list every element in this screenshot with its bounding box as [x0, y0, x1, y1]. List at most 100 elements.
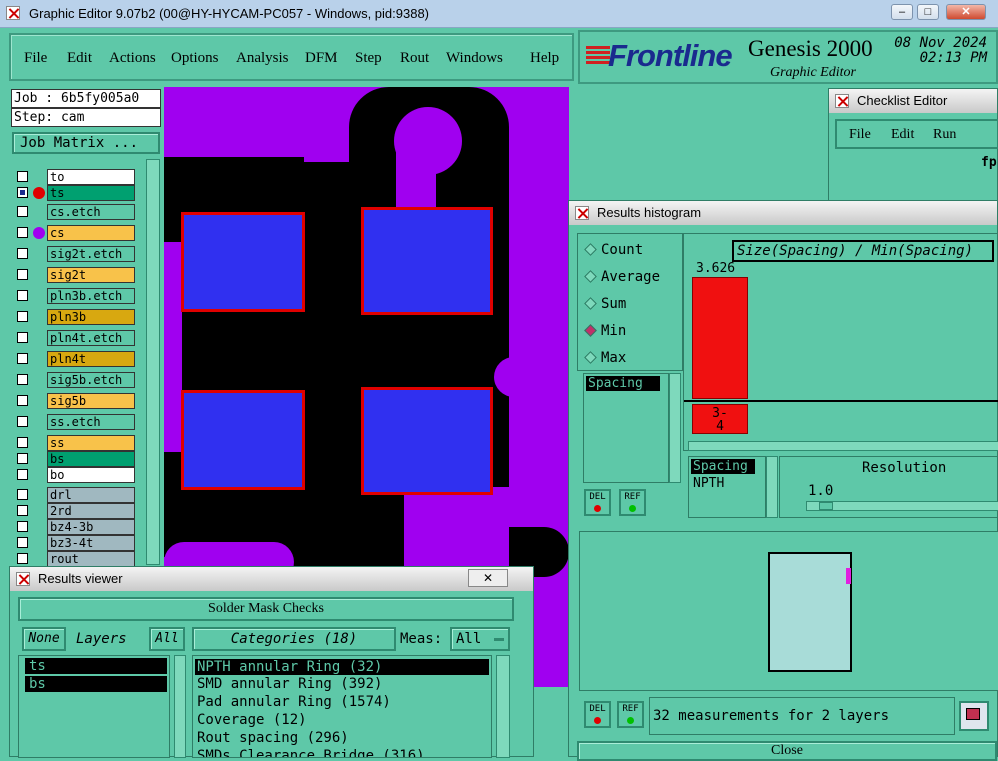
ref-button[interactable]: REF — [619, 489, 646, 516]
layer-name[interactable]: 2rd — [47, 503, 135, 519]
menu-actions[interactable]: Actions — [109, 50, 156, 67]
layer-row-sig2t[interactable]: sig2t — [13, 267, 136, 283]
menu-help[interactable]: Help — [530, 50, 559, 67]
layer-checkbox[interactable] — [17, 311, 28, 322]
layer-name[interactable]: pln3b.etch — [47, 288, 135, 304]
menu-options[interactable]: Options — [171, 50, 219, 67]
ref-button-2[interactable]: REF — [617, 701, 644, 728]
layer-row-sig2t.etch[interactable]: sig2t.etch — [13, 246, 136, 262]
layer-checkbox[interactable] — [17, 248, 28, 259]
layer-name[interactable]: bo — [47, 467, 135, 483]
del-button-2[interactable]: DEL — [584, 701, 611, 728]
layer-name[interactable]: ss — [47, 435, 135, 451]
layer-checkbox[interactable] — [17, 469, 28, 480]
layer-row-bs[interactable]: bs — [13, 451, 136, 467]
layer-row-bz3-4t[interactable]: bz3-4t — [13, 535, 136, 551]
resolution-slider[interactable] — [806, 501, 998, 511]
categories-button[interactable]: Categories (18) — [192, 627, 396, 651]
viewer-close-icon[interactable]: ✕ — [468, 569, 508, 587]
histogram-bar[interactable] — [692, 277, 748, 399]
layer-name[interactable]: ss.etch — [47, 414, 135, 430]
maximize-button[interactable]: □ — [917, 4, 939, 20]
layer-row-cs[interactable]: cs — [13, 225, 136, 241]
menu-dfm[interactable]: DFM — [305, 50, 338, 67]
layer-name[interactable]: bz4-3b — [47, 519, 135, 535]
category-item[interactable]: SMDs Clearance Bridge (316) — [193, 747, 491, 757]
radio-count[interactable]: Count — [584, 242, 643, 258]
smd-pad[interactable] — [361, 207, 493, 315]
layer-row-pln3b[interactable]: pln3b — [13, 309, 136, 325]
meas-select[interactable]: All — [450, 627, 510, 651]
smd-pad[interactable] — [361, 387, 493, 495]
layer-name[interactable]: sig5b — [47, 393, 135, 409]
layer-row-cs.etch[interactable]: cs.etch — [13, 204, 136, 220]
layer-name[interactable]: sig2t.etch — [47, 246, 135, 262]
menu-edit[interactable]: Edit — [67, 50, 92, 67]
layer-checkbox[interactable] — [17, 489, 28, 500]
close-histogram-button[interactable]: Close — [577, 741, 997, 761]
layer-checkbox[interactable] — [17, 187, 28, 198]
layer-checkbox[interactable] — [17, 171, 28, 182]
layer-row-to[interactable]: to — [13, 169, 136, 185]
layer-name[interactable]: pln4t.etch — [47, 330, 135, 346]
layer-checkbox[interactable] — [17, 537, 28, 548]
layer-checkbox[interactable] — [17, 374, 28, 385]
layer-name[interactable]: ts — [47, 185, 135, 201]
layers-none-button[interactable]: None — [22, 627, 66, 651]
layers-all-button[interactable]: All — [149, 627, 185, 651]
menu-step[interactable]: Step — [355, 50, 382, 67]
layer-name[interactable]: cs — [47, 225, 135, 241]
layer-checkbox[interactable] — [17, 553, 28, 564]
layer-checkbox[interactable] — [17, 416, 28, 427]
menu-windows[interactable]: Windows — [446, 50, 503, 67]
param-list-scrollbar[interactable] — [766, 456, 778, 518]
radio-min[interactable]: Min — [584, 323, 626, 339]
viewer-layer-scrollbar[interactable] — [174, 655, 186, 758]
layer-row-ss[interactable]: ss — [13, 435, 136, 451]
checklist-menu-edit[interactable]: Edit — [891, 127, 914, 143]
layer-checkbox[interactable] — [17, 290, 28, 301]
job-matrix-button[interactable]: Job Matrix ... — [12, 132, 160, 154]
layer-name[interactable]: cs.etch — [47, 204, 135, 220]
layer-name[interactable]: to — [47, 169, 135, 185]
del-button[interactable]: DEL — [584, 489, 611, 516]
menu-rout[interactable]: Rout — [400, 50, 429, 67]
layer-checkbox[interactable] — [17, 353, 28, 364]
layer-name[interactable]: bz3-4t — [47, 535, 135, 551]
radio-average[interactable]: Average — [584, 269, 660, 285]
menu-analysis[interactable]: Analysis — [236, 50, 289, 67]
layer-checkbox[interactable] — [17, 505, 28, 516]
param-npth[interactable]: NPTH — [689, 476, 765, 491]
layer-checkbox[interactable] — [17, 206, 28, 217]
layer-row-ss.etch[interactable]: ss.etch — [13, 414, 136, 430]
layer-row-bo[interactable]: bo — [13, 467, 136, 483]
graph-icon[interactable] — [959, 701, 989, 731]
layer-checkbox[interactable] — [17, 395, 28, 406]
layer-name[interactable]: sig5b.etch — [47, 372, 135, 388]
checklist-menu-file[interactable]: File — [849, 127, 871, 143]
category-item[interactable]: Rout spacing (296) — [193, 729, 491, 747]
layer-checkbox[interactable] — [17, 437, 28, 448]
close-button[interactable]: ✕ — [946, 4, 986, 20]
layer-row-sig5b.etch[interactable]: sig5b.etch — [13, 372, 136, 388]
viewer-layer-bs[interactable]: bs — [25, 676, 167, 692]
measure-list-scrollbar[interactable] — [669, 373, 681, 483]
layer-name[interactable]: drl — [47, 487, 135, 503]
layer-row-pln3b.etch[interactable]: pln3b.etch — [13, 288, 136, 304]
chart-hscrollbar[interactable] — [688, 441, 998, 451]
layer-row-rout[interactable]: rout — [13, 551, 136, 567]
smd-pad[interactable] — [181, 390, 305, 490]
param-spacing[interactable]: Spacing — [691, 459, 755, 474]
layer-checkbox[interactable] — [17, 269, 28, 280]
layer-row-2rd[interactable]: 2rd — [13, 503, 136, 519]
layer-name[interactable]: bs — [47, 451, 135, 467]
viewer-layer-ts[interactable]: ts — [25, 658, 167, 674]
layer-list-scrollbar[interactable] — [146, 159, 160, 565]
layer-row-pln4t[interactable]: pln4t — [13, 351, 136, 367]
checklist-menu-run[interactable]: Run — [933, 127, 956, 143]
category-item[interactable]: Coverage (12) — [193, 711, 491, 729]
smd-pad[interactable] — [181, 212, 305, 312]
layer-name[interactable]: rout — [47, 551, 135, 567]
layer-row-bz4-3b[interactable]: bz4-3b — [13, 519, 136, 535]
list-item-spacing[interactable]: Spacing — [586, 376, 660, 391]
